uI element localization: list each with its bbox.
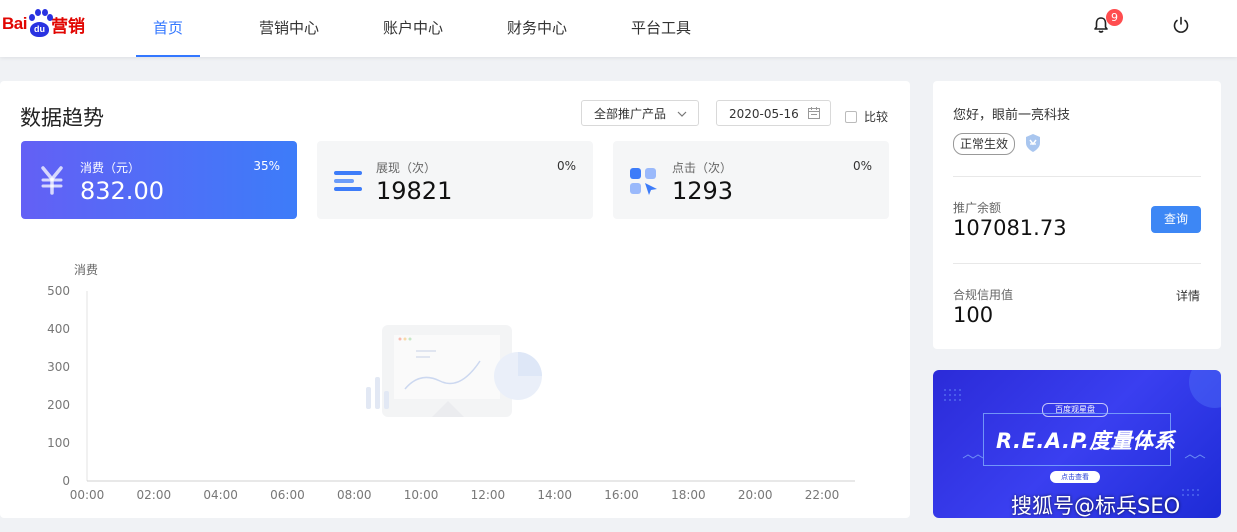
calendar-icon — [808, 107, 820, 119]
x-tick-label: 22:00 — [805, 488, 840, 502]
watermark-text: 搜狐号@标兵SEO — [1011, 494, 1181, 518]
metric-card-impressions[interactable]: 展现（次） 19821 0% — [317, 141, 593, 219]
credit-label: 合规信用值 — [953, 288, 1014, 302]
cost-trend-chart: 消费 0 100 200 300 400 500 00:00 02:00 04:00 06:00 0… — [47, 263, 855, 502]
metric-label: 消费（元） — [80, 161, 141, 175]
metric-percent: 0% — [852, 159, 872, 173]
reap-banner[interactable]: 百度观星盘 R.E.A.P.度量体系 点击查看 搜狐号@标兵SEO — [933, 370, 1221, 518]
compare-checkbox[interactable] — [845, 110, 857, 123]
y-tick-label: 0 — [62, 474, 70, 488]
credit-value: 100 — [953, 303, 994, 327]
y-tick-label: 300 — [47, 360, 70, 374]
compare-label: 比较 — [864, 110, 889, 124]
main-nav: 首页 营销中心 账户中心 财务中心 平台工具 — [136, 0, 708, 57]
metric-card-clicks[interactable]: 点击（次） 1293 0% — [613, 141, 889, 219]
x-tick-label: 14:00 — [537, 488, 572, 502]
x-tick-label: 12:00 — [471, 488, 506, 502]
metric-value: 832.00 — [80, 177, 164, 205]
nav-item-account[interactable]: 账户中心 — [366, 0, 460, 57]
x-tick-label: 00:00 — [70, 488, 105, 502]
product-select[interactable]: 全部推广产品 — [581, 100, 699, 126]
data-trend-panel: 数据趋势 全部推广产品 2020-05-16 比较 消费（元） 832.00 3… — [0, 81, 910, 518]
yen-icon — [41, 166, 63, 195]
top-bar: Bai du 营销 首页 营销中心 账户中心 财务中心 平台工具 9 — [0, 0, 1237, 57]
date-value: 2020-05-16 — [729, 107, 799, 121]
y-tick-label: 400 — [47, 322, 70, 336]
metric-label: 点击（次） — [672, 161, 733, 175]
power-icon[interactable] — [1172, 16, 1190, 34]
empty-chart-illustration — [366, 325, 542, 417]
metric-value: 1293 — [672, 177, 734, 205]
x-tick-label: 02:00 — [137, 488, 172, 502]
query-button[interactable]: 查询 — [1151, 206, 1201, 233]
nav-item-home[interactable]: 首页 — [136, 0, 200, 57]
product-select-value: 全部推广产品 — [594, 107, 667, 121]
x-tick-label: 16:00 — [604, 488, 639, 502]
metric-percent: 0% — [556, 159, 576, 173]
x-tick-label: 08:00 — [337, 488, 372, 502]
baidu-marketing-logo[interactable]: Bai du 营销 — [2, 8, 85, 40]
divider — [953, 176, 1201, 177]
list-icon — [334, 171, 362, 191]
logo-text-cn: 营销 — [50, 16, 85, 36]
banner-cta-button[interactable]: 点击查看 — [1050, 471, 1100, 483]
panel-title: 数据趋势 — [20, 106, 104, 130]
nav-item-tools[interactable]: 平台工具 — [614, 0, 708, 57]
chevron-down-icon — [677, 103, 687, 136]
x-tick-label: 06:00 — [270, 488, 305, 502]
balance-value: 107081.73 — [953, 216, 1067, 240]
nav-item-marketing[interactable]: 营销中心 — [242, 0, 336, 57]
y-tick-label: 100 — [47, 436, 70, 450]
shield-icon[interactable] — [1025, 133, 1041, 153]
y-tick-label: 200 — [47, 398, 70, 412]
metric-value: 19821 — [376, 177, 453, 205]
status-badge: 正常生效 — [953, 133, 1016, 155]
balance-label: 推广余额 — [953, 201, 1002, 215]
metric-label: 展现（次） — [376, 161, 437, 175]
greeting-text: 您好，眼前一亮科技 — [953, 108, 1071, 123]
metric-percent: 35% — [253, 159, 280, 173]
divider — [953, 263, 1201, 264]
nav-item-finance[interactable]: 财务中心 — [490, 0, 584, 57]
notification-badge: 9 — [1106, 9, 1123, 26]
x-tick-label: 10:00 — [404, 488, 439, 502]
x-tick-label: 18:00 — [671, 488, 706, 502]
metric-card-cost[interactable]: 消费（元） 832.00 35% — [21, 141, 297, 219]
x-tick-label: 20:00 — [738, 488, 773, 502]
banner-headline: R.E.A.P.度量体系 — [996, 429, 1176, 453]
click-icon — [630, 168, 657, 195]
compare-toggle[interactable]: 比较 — [845, 108, 888, 125]
x-tick-label: 04:00 — [203, 488, 238, 502]
account-panel: 您好，眼前一亮科技 正常生效 推广余额 107081.73 查询 合规信用值 1… — [933, 81, 1221, 349]
y-tick-label: 500 — [47, 284, 70, 298]
logo-text-bai: Bai — [2, 14, 27, 33]
y-axis-label: 消费 — [74, 263, 98, 277]
detail-link[interactable]: 详情 — [1176, 287, 1200, 304]
date-picker[interactable]: 2020-05-16 — [716, 100, 831, 126]
paw-icon: du — [27, 9, 53, 39]
logo-text-du: du — [29, 22, 49, 37]
